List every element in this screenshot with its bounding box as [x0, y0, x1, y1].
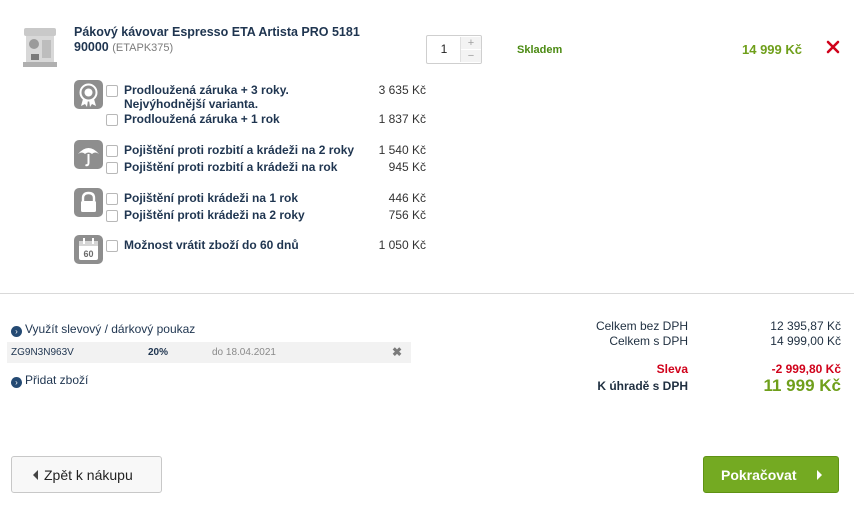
- total-with-vat: 14 999,00 Kč: [770, 334, 841, 348]
- product-thumbnail[interactable]: [20, 24, 60, 70]
- service-price: 446 Kč: [388, 191, 426, 205]
- product-code: (ETAPK375): [112, 42, 174, 54]
- service-group-warranty: Prodloužená záruka + 3 roky. Nejvýhodněj…: [74, 80, 434, 128]
- service-price: 1 050 Kč: [378, 238, 426, 252]
- total-with-vat-label: Celkem s DPH: [609, 334, 688, 348]
- service-price: 3 635 Kč: [378, 83, 426, 97]
- item-price: 14 999 Kč: [742, 42, 802, 57]
- service-option[interactable]: Prodloužená záruka + 1 rok 1 837 Kč: [106, 112, 426, 128]
- back-to-shopping-button[interactable]: Zpět k nákupu: [11, 456, 162, 493]
- applied-voucher: ZG9N3N963V 20% do 18.04.2021 ✖: [7, 342, 411, 363]
- service-checkbox[interactable]: [106, 145, 118, 157]
- service-label: Pojištění proti krádeži na 2 roky: [124, 208, 305, 222]
- calendar-number: 60: [83, 249, 93, 259]
- service-option[interactable]: Pojištění proti rozbití a krádeži na rok…: [106, 160, 426, 176]
- amount-due-label: K úhradě s DPH: [597, 379, 688, 393]
- voucher-link-label: Využít slevový / dárkový poukaz: [25, 322, 196, 336]
- service-price: 756 Kč: [388, 208, 426, 222]
- service-label: Možnost vrátit zboží do 60 dnů: [124, 238, 299, 252]
- quantity-stepper[interactable]: 1 + −: [426, 35, 482, 64]
- service-label: Prodloužená záruka + 1 rok: [124, 112, 280, 126]
- service-option[interactable]: Možnost vrátit zboží do 60 dnů 1 050 Kč: [106, 238, 426, 254]
- close-icon[interactable]: [825, 39, 841, 55]
- service-option[interactable]: Prodloužená záruka + 3 roky. Nejvýhodněj…: [106, 83, 426, 113]
- add-items-link[interactable]: › Přidat zboží: [11, 373, 88, 388]
- arrow-left-icon: [33, 470, 38, 480]
- service-label: Prodloužená záruka + 3 roky. Nejvýhodněj…: [124, 83, 289, 111]
- chevron-right-circle-icon: ›: [11, 377, 22, 388]
- voucher-code: ZG9N3N963V: [11, 347, 74, 358]
- service-label: Pojištění proti rozbití a krádeži na rok: [124, 160, 338, 174]
- cart-item: Pákový kávovar Espresso ETA Artista PRO …: [0, 0, 854, 78]
- continue-button-label: Pokračovat: [721, 467, 797, 483]
- total-without-vat-label: Celkem bez DPH: [595, 319, 688, 333]
- calendar-60-icon: 60: [74, 235, 103, 264]
- service-option[interactable]: Pojištění proti krádeži na 1 rok 446 Kč: [106, 191, 426, 207]
- add-items-label: Přidat zboží: [25, 373, 89, 387]
- service-checkbox[interactable]: [106, 210, 118, 222]
- quantity-input[interactable]: 1: [427, 36, 461, 63]
- service-group-return: 60 Možnost vrátit zboží do 60 dnů 1 050 …: [74, 235, 434, 265]
- service-label: Pojištění proti rozbití a krádeži na 2 r…: [124, 143, 355, 157]
- quantity-decrease-button[interactable]: −: [461, 50, 481, 62]
- quantity-buttons: + −: [460, 37, 481, 62]
- warranty-badge-icon: [74, 80, 103, 109]
- service-option[interactable]: Pojištění proti krádeži na 2 roky 756 Kč: [106, 208, 426, 224]
- voucher-percent: 20%: [148, 347, 169, 358]
- remove-voucher-icon[interactable]: ✖: [392, 345, 402, 359]
- service-option[interactable]: Pojištění proti rozbití a krádeži na 2 r…: [106, 143, 426, 159]
- stock-status: Skladem: [517, 44, 563, 56]
- service-price: 1 837 Kč: [378, 112, 426, 126]
- umbrella-icon: [74, 140, 103, 169]
- service-group-insurance: Pojištění proti rozbití a krádeži na 2 r…: [74, 140, 434, 176]
- amount-due: 11 999 Kč: [763, 376, 841, 395]
- product-name[interactable]: Pákový kávovar Espresso ETA Artista PRO …: [74, 25, 374, 56]
- service-checkbox[interactable]: [106, 85, 118, 97]
- discount-value: -2 999,80 Kč: [771, 362, 841, 376]
- voucher-validity: do 18.04.2021: [212, 347, 276, 358]
- service-group-theft: Pojištění proti krádeži na 1 rok 446 Kč …: [74, 188, 434, 224]
- lock-icon: [74, 188, 103, 217]
- service-label: Pojištění proti krádeži na 1 rok: [124, 191, 299, 205]
- service-price: 1 540 Kč: [378, 143, 426, 157]
- service-checkbox[interactable]: [106, 240, 118, 252]
- discount-label: Sleva: [656, 362, 688, 376]
- service-price: 945 Kč: [388, 160, 426, 174]
- total-without-vat: 12 395,87 Kč: [770, 319, 841, 333]
- voucher-link[interactable]: › Využít slevový / dárkový poukaz: [11, 322, 195, 337]
- quantity-increase-button[interactable]: +: [461, 37, 481, 49]
- service-checkbox[interactable]: [106, 162, 118, 174]
- arrow-right-icon: [817, 470, 822, 480]
- chevron-right-circle-icon: ›: [11, 326, 22, 337]
- service-label-line2: Nejvýhodnější varianta.: [124, 97, 259, 111]
- continue-button[interactable]: Pokračovat: [703, 456, 839, 493]
- service-checkbox[interactable]: [106, 193, 118, 205]
- back-button-label: Zpět k nákupu: [44, 467, 133, 483]
- section-divider: [0, 293, 854, 294]
- service-label-line1: Prodloužená záruka + 3 roky.: [124, 83, 289, 97]
- service-checkbox[interactable]: [106, 114, 118, 126]
